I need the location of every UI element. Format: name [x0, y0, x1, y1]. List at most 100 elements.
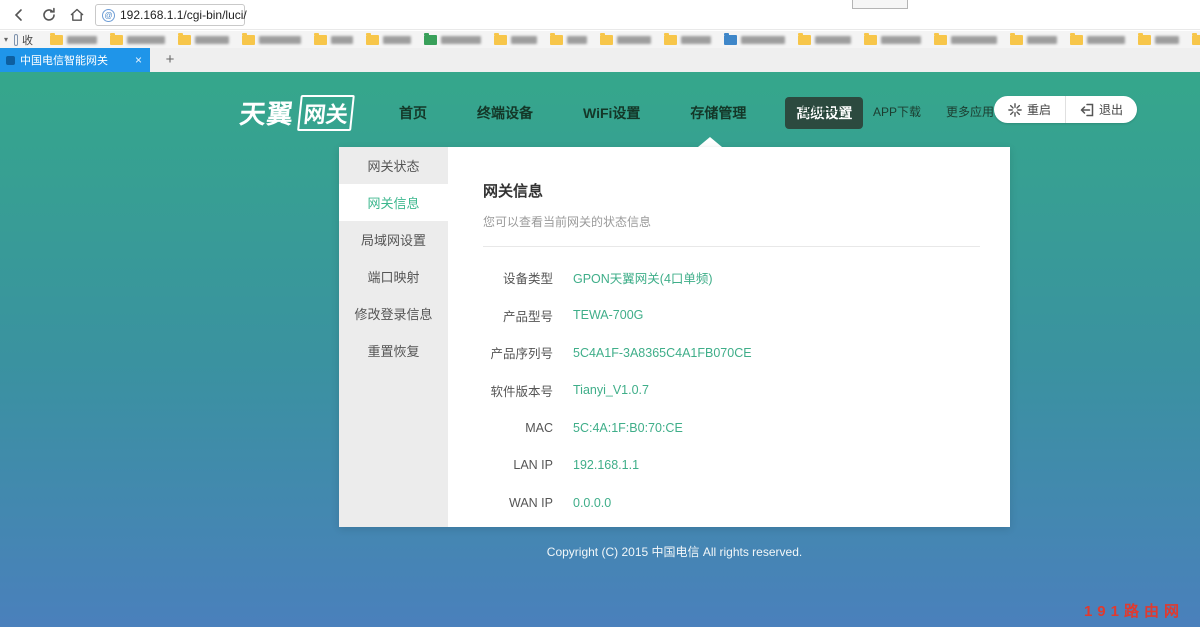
field-value: GPON天翼网关(4口单频): [573, 268, 713, 287]
folder-icon: [1010, 35, 1023, 45]
folder-icon: [600, 35, 613, 45]
folder-icon: [550, 35, 563, 45]
bookmark-folder[interactable]: [864, 35, 921, 45]
field-label: 产品序列号: [483, 343, 553, 362]
back-icon[interactable]: [8, 4, 30, 26]
header-links: 帮助中心 APP下载 更多应用: [800, 103, 994, 120]
bookmark-folder[interactable]: [1192, 35, 1200, 45]
bookmark-label: 手机收藏夹: [22, 31, 38, 48]
gateway-info-content: 网关信息 您可以查看当前网关的状态信息 设备类型 GPON天翼网关(4口单频) …: [448, 147, 1010, 527]
folder-icon: [1192, 35, 1200, 45]
sidebar-item-reset-restore[interactable]: 重置恢复: [339, 332, 448, 369]
logo-text-right: 网关: [297, 95, 355, 131]
field-value: TEWA-700G: [573, 308, 643, 322]
field-label: 软件版本号: [483, 381, 553, 400]
logout-icon: [1080, 103, 1094, 117]
folder-icon: [724, 35, 737, 45]
field-value: 0.0.0.0: [573, 496, 611, 510]
home-icon[interactable]: [66, 4, 88, 26]
info-fields: 设备类型 GPON天翼网关(4口单频) 产品型号 TEWA-700G 产品序列号…: [483, 259, 980, 522]
url-bar[interactable]: @ 192.168.1.1/cgi-bin/luci/: [95, 4, 245, 26]
bookmark-folder[interactable]: [178, 35, 229, 45]
sidebar-item-lan-settings[interactable]: 局域网设置: [339, 221, 448, 258]
phone-icon: [14, 34, 18, 46]
sidebar-item-change-login[interactable]: 修改登录信息: [339, 295, 448, 332]
tab-close-icon[interactable]: ×: [133, 53, 144, 67]
field-value: 5C:4A:1F:B0:70:CE: [573, 421, 683, 435]
new-tab-button[interactable]: +: [158, 48, 182, 72]
tab-bar: 中国电信智能网关 × +: [0, 48, 1200, 72]
blurred-bookmark-title: [441, 36, 481, 44]
gateway-page: 天翼 网关 首页 终端设备 WiFi设置 存储管理 高级设置 帮助中心 APP下…: [0, 72, 1200, 627]
bookmark-folder[interactable]: [664, 35, 711, 45]
bookmarks-dropdown-icon[interactable]: ▾: [4, 35, 8, 44]
sidebar-item-gateway-info[interactable]: 网关信息: [339, 184, 448, 221]
field-lan-ip: LAN IP 192.168.1.1: [483, 447, 980, 485]
bookmark-folder[interactable]: [934, 35, 997, 45]
field-serial-number: 产品序列号 5C4A1F-3A8365C4A1FB070CE: [483, 334, 980, 372]
bookmark-folder[interactable]: [242, 35, 301, 45]
more-apps-link[interactable]: 更多应用: [946, 103, 994, 120]
bookmark-folder[interactable]: [1070, 35, 1125, 45]
bookmark-folder[interactable]: [1138, 35, 1179, 45]
screen: @ 192.168.1.1/cgi-bin/luci/ ▾ 手机收藏夹: [0, 0, 1200, 627]
folder-icon: [314, 35, 327, 45]
settings-sidebar: 网关状态 网关信息 局域网设置 端口映射 修改登录信息 重置恢复: [339, 147, 448, 527]
bookmarks-bar: ▾ 手机收藏夹: [0, 31, 1200, 48]
bookmark-folder[interactable]: [494, 35, 537, 45]
logout-label: 退出: [1099, 101, 1123, 118]
restart-label: 重启: [1027, 101, 1051, 118]
nav-terminal-devices[interactable]: 终端设备: [466, 97, 544, 129]
bookmark-folder[interactable]: [366, 35, 411, 45]
bookmark-folder[interactable]: [424, 35, 481, 45]
help-center-link[interactable]: 帮助中心: [800, 103, 848, 120]
watermark-191-router: 191路由网: [1084, 600, 1184, 621]
folder-icon: [178, 35, 191, 45]
folder-icon: [242, 35, 255, 45]
url-text[interactable]: 192.168.1.1/cgi-bin/luci/: [120, 8, 247, 22]
bookmark-folder[interactable]: [550, 35, 587, 45]
nav-wifi-settings[interactable]: WiFi设置: [572, 97, 651, 129]
folder-icon: [366, 35, 379, 45]
field-label: WAN IP: [483, 496, 553, 510]
blurred-bookmark-title: [195, 36, 229, 44]
tab-title: 中国电信智能网关: [20, 52, 133, 68]
bookmark-folder[interactable]: [600, 35, 651, 45]
restart-button[interactable]: 重启: [994, 96, 1065, 123]
field-label: MAC: [483, 421, 553, 435]
tab-favicon: [6, 56, 15, 65]
site-security-icon: @: [102, 9, 115, 22]
reload-icon[interactable]: [38, 4, 60, 26]
folder-icon: [798, 35, 811, 45]
folder-icon: [494, 35, 507, 45]
sidebar-item-gateway-status[interactable]: 网关状态: [339, 147, 448, 184]
folder-icon: [50, 35, 63, 45]
folder-icon: [1070, 35, 1083, 45]
bookmark-folder[interactable]: [50, 35, 97, 45]
blurred-bookmark-title: [67, 36, 97, 44]
page-subtitle: 您可以查看当前网关的状态信息: [483, 213, 980, 230]
bookmark-folder[interactable]: [110, 35, 165, 45]
logout-button[interactable]: 退出: [1065, 96, 1137, 123]
blurred-bookmark-title: [1027, 36, 1057, 44]
bookmark-phone-favorites[interactable]: 手机收藏夹: [14, 31, 38, 48]
field-value: Tianyi_V1.0.7: [573, 383, 649, 397]
nav-storage-management[interactable]: 存储管理: [679, 97, 757, 129]
browser-tab[interactable]: 中国电信智能网关 ×: [0, 48, 150, 72]
nav-home[interactable]: 首页: [388, 97, 438, 129]
field-value: 192.168.1.1: [573, 458, 639, 472]
blurred-bookmark-title: [617, 36, 651, 44]
bookmark-folder[interactable]: [1010, 35, 1057, 45]
bookmark-folder[interactable]: [314, 35, 353, 45]
field-value: 5C4A1F-3A8365C4A1FB070CE: [573, 346, 752, 360]
bookmark-folder[interactable]: [724, 35, 785, 45]
folder-icon: [1138, 35, 1151, 45]
sidebar-item-port-mapping[interactable]: 端口映射: [339, 258, 448, 295]
field-product-model: 产品型号 TEWA-700G: [483, 297, 980, 335]
field-software-version: 软件版本号 Tianyi_V1.0.7: [483, 372, 980, 410]
blurred-bookmark-title: [951, 36, 997, 44]
browser-toolbar: @ 192.168.1.1/cgi-bin/luci/: [0, 0, 1200, 30]
app-download-link[interactable]: APP下载: [873, 103, 921, 120]
field-label: 设备类型: [483, 268, 553, 287]
bookmark-folder[interactable]: [798, 35, 851, 45]
